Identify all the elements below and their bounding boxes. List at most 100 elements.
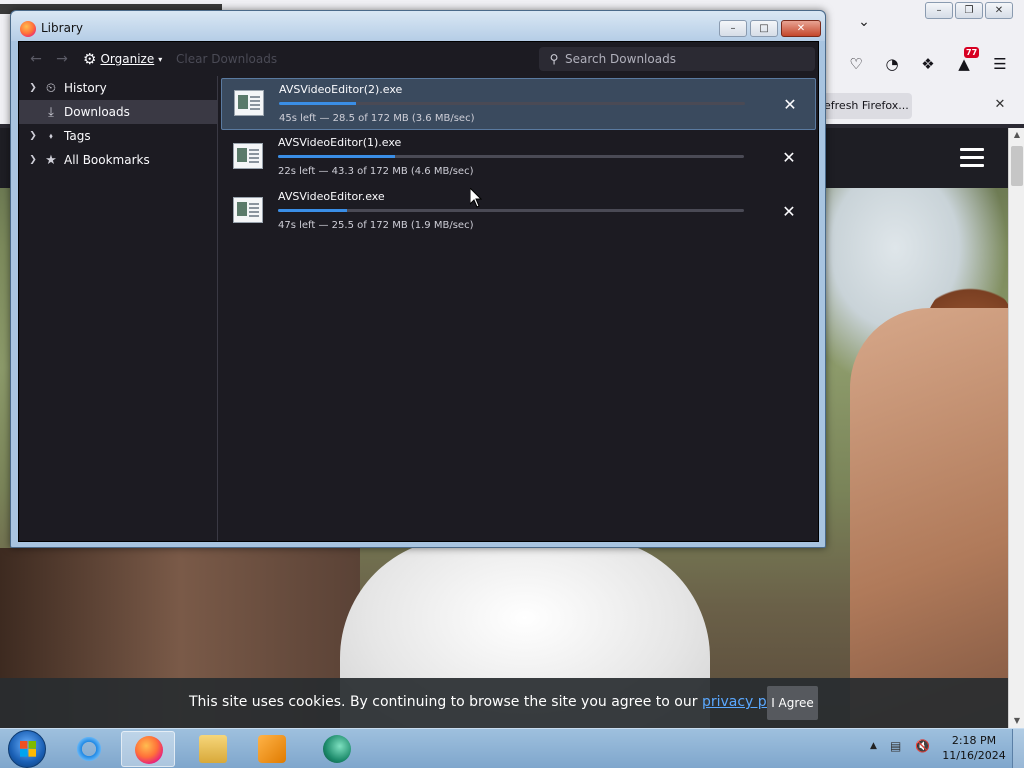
restore-button[interactable]: ❐ [955, 2, 983, 19]
cookie-text: This site uses cookies. By continuing to… [189, 694, 702, 710]
clear-downloads-button[interactable]: Clear Downloads [176, 52, 277, 66]
cancel-download-icon[interactable]: ✕ [779, 202, 799, 222]
expand-twisty-icon[interactable]: ❯ [27, 83, 39, 93]
extensions-icon[interactable]: ❖ [916, 52, 940, 76]
list-all-tabs-icon[interactable]: ⌄ [852, 10, 876, 34]
cancel-download-icon[interactable]: ✕ [780, 95, 800, 115]
chevron-down-icon: ▾ [158, 54, 163, 64]
search-input[interactable] [565, 52, 805, 66]
download-status: 22s left — 43.3 of 172 MB (4.6 MB/sec) [278, 166, 474, 177]
sidebar-item-tags[interactable]: ❯ ⬪ Tags [19, 124, 218, 148]
downloads-list: AVSVideoEditor(2).exe 45s left — 28.5 of … [219, 76, 818, 541]
download-item[interactable]: AVSVideoEditor(1).exe 22s left — 43.3 of … [221, 132, 816, 184]
clock[interactable]: 2:18 PM 11/16/2024 [940, 733, 1008, 763]
network-icon[interactable]: ▤ [890, 739, 906, 755]
app-icon [323, 735, 351, 763]
back-arrow-icon[interactable]: ← [27, 50, 45, 68]
media-player-button[interactable] [245, 731, 299, 767]
show-hidden-icons-icon[interactable]: ▲ [870, 741, 877, 751]
download-progress-bar [279, 102, 745, 105]
firefox-taskbar-button[interactable] [121, 731, 175, 767]
gear-icon: ⚙ [83, 50, 97, 68]
search-box: ⚲ [539, 47, 815, 71]
sidebar-item-label: History [64, 81, 107, 95]
search-icon: ⚲ [549, 52, 559, 66]
cookie-banner: This site uses cookies. By continuing to… [0, 678, 1008, 728]
firefox-icon [135, 736, 163, 764]
taskbar: ▲ ▤ 🔇 2:18 PM 11/16/2024 [0, 728, 1024, 768]
download-status: 45s left — 28.5 of 172 MB (3.6 MB/sec) [279, 113, 475, 124]
maximize-button[interactable]: □ [750, 20, 778, 37]
cancel-download-icon[interactable]: ✕ [779, 148, 799, 168]
media-player-icon [258, 735, 286, 763]
download-progress-fill [279, 102, 357, 105]
organize-button[interactable]: ⚙ Organize ▾ [83, 49, 162, 69]
library-window: Library – □ ✕ ← → ⚙ Organize ▾ Clear Dow… [10, 10, 826, 548]
library-window-controls: – □ ✕ [719, 20, 821, 37]
show-desktop-button[interactable] [1012, 729, 1024, 768]
download-progress-fill [278, 155, 396, 158]
sidebar-item-label: Downloads [64, 105, 130, 119]
window-title: Library [41, 21, 83, 35]
sidebar-item-history[interactable]: ❯ ⏲ History [19, 76, 218, 100]
hero-photo-person [850, 308, 1008, 728]
file-explorer-button[interactable] [186, 731, 240, 767]
library-sidebar: ❯ ⏲ History ⤓ Downloads ❯ ⬪ Tags ❯ ★ All Bookmarks [19, 76, 218, 541]
volume-muted-icon[interactable]: 🔇 [915, 739, 931, 755]
library-toolbar: ← → ⚙ Organize ▾ Clear Downloads ⚲ [19, 42, 818, 76]
star-icon: ★ [45, 152, 57, 168]
sidebar-item-downloads[interactable]: ⤓ Downloads [19, 100, 218, 124]
close-icon[interactable]: ✕ [990, 95, 1010, 115]
app-button[interactable] [310, 731, 364, 767]
scroll-down-icon[interactable]: ▼ [1009, 714, 1024, 728]
tag-icon: ⬪ [49, 128, 53, 144]
firefox-icon [20, 21, 36, 37]
agree-button[interactable]: I Agree [767, 686, 818, 720]
close-button[interactable]: ✕ [781, 20, 821, 37]
sidebar-item-label: All Bookmarks [64, 153, 150, 167]
page-scrollbar[interactable]: ▲ ▼ [1008, 128, 1024, 728]
download-filename: AVSVideoEditor(1).exe [278, 136, 402, 149]
download-filename: AVSVideoEditor(2).exe [279, 83, 403, 96]
start-button[interactable] [8, 730, 46, 768]
folder-icon [199, 735, 227, 763]
download-progress-bar [278, 155, 744, 158]
download-filename: AVSVideoEditor.exe [278, 190, 385, 203]
internet-explorer-button[interactable] [62, 731, 116, 767]
organize-label: Organize [100, 52, 155, 66]
refresh-firefox-button[interactable]: efresh Firefox... [812, 93, 912, 119]
library-body: ← → ⚙ Organize ▾ Clear Downloads ⚲ ❯ ⏲ His… [18, 41, 819, 542]
expand-twisty-icon[interactable]: ❯ [27, 131, 39, 141]
sidebar-item-all-bookmarks[interactable]: ❯ ★ All Bookmarks [19, 148, 218, 172]
library-titlebar[interactable]: Library – □ ✕ [11, 11, 825, 41]
clock-date: 11/16/2024 [942, 749, 1006, 762]
cookie-message: This site uses cookies. By continuing to… [189, 694, 801, 710]
internet-explorer-icon [75, 735, 103, 763]
sidebar-item-label: Tags [64, 129, 91, 143]
clock-icon: ⏲ [45, 80, 57, 96]
addon-badge: 77 [964, 47, 980, 58]
clock-time: 2:18 PM [951, 734, 997, 747]
download-progress-bar [278, 209, 744, 212]
menu-icon[interactable]: ☰ [988, 52, 1012, 76]
executable-file-icon [234, 90, 264, 116]
browser-window-controls: – ❐ ✕ [925, 2, 1013, 19]
hamburger-menu-icon[interactable] [960, 148, 984, 168]
minimize-button[interactable]: – [719, 20, 747, 37]
expand-twisty-icon[interactable]: ❯ [27, 155, 39, 165]
addon-icon[interactable]: ▲ 77 [952, 47, 980, 76]
minimize-button[interactable]: – [925, 2, 953, 19]
account-icon[interactable]: ◔ [880, 52, 904, 76]
executable-file-icon [233, 143, 263, 169]
download-icon: ⤓ [48, 104, 54, 120]
close-button[interactable]: ✕ [985, 2, 1013, 19]
forward-arrow-icon[interactable]: → [53, 50, 71, 68]
pocket-icon[interactable]: ♡ [844, 52, 868, 76]
scroll-up-icon[interactable]: ▲ [1009, 128, 1024, 142]
download-progress-fill [278, 209, 347, 212]
scrollbar-thumb[interactable] [1011, 146, 1023, 186]
download-status: 47s left — 25.5 of 172 MB (1.9 MB/sec) [278, 220, 474, 231]
download-item[interactable]: AVSVideoEditor.exe 47s left — 25.5 of 172… [221, 186, 816, 238]
executable-file-icon [233, 197, 263, 223]
download-item[interactable]: AVSVideoEditor(2).exe 45s left — 28.5 of … [221, 78, 816, 130]
